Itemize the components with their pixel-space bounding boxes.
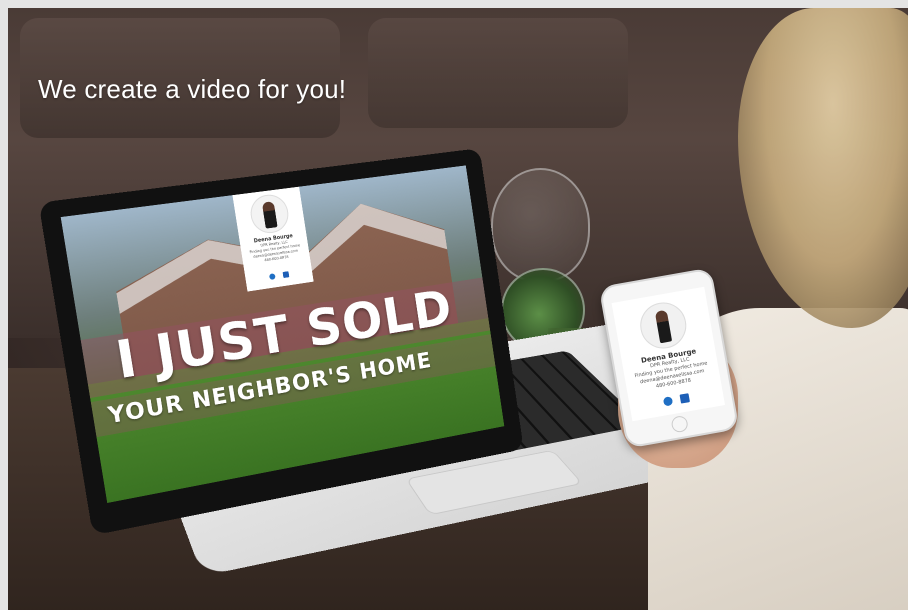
globe-icon: [663, 396, 674, 407]
facebook-icon: [282, 271, 289, 279]
phone-screen: Deena Bourge DPR Realty, LLC Finding you…: [611, 286, 726, 422]
photo-scene: I JUST SOLD YOUR NEIGHBOR'S HOME Deena B…: [8, 8, 908, 610]
facebook-icon: [679, 393, 690, 404]
cushion: [368, 18, 628, 128]
home-button: [670, 414, 689, 434]
agent-card: Deena Bourge DPR Realty, LLC Finding you…: [232, 186, 314, 292]
agent-photo: [261, 201, 278, 229]
avatar: [247, 192, 291, 236]
headline: We create a video for you!: [38, 74, 347, 104]
frame: I JUST SOLD YOUR NEIGHBOR'S HOME Deena B…: [0, 0, 908, 610]
agent-photo: [654, 309, 673, 344]
terrarium-glass: [491, 168, 590, 282]
avatar: [636, 298, 690, 353]
globe-icon: [269, 273, 277, 280]
video-frame: I JUST SOLD YOUR NEIGHBOR'S HOME Deena B…: [60, 165, 505, 503]
